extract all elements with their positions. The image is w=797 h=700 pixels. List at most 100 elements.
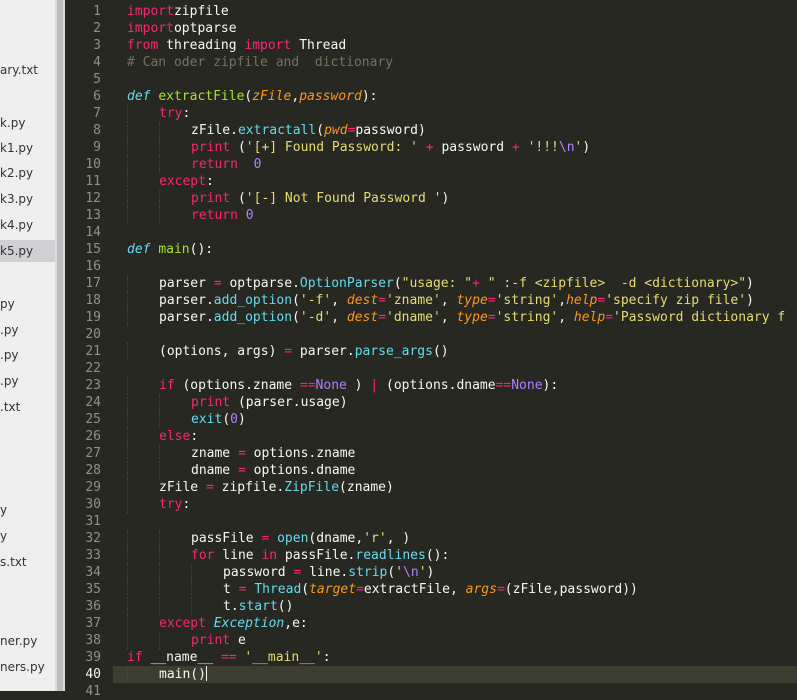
line-number: 9 — [93, 140, 101, 155]
file-sidebar: ary.txt k.py k1.py k2.py k3.py k4.py k5.py py .p… — [0, 0, 55, 691]
sidebar-file-item[interactable]: .py — [0, 344, 55, 366]
sidebar-file-item[interactable]: k.py — [0, 112, 55, 134]
indent-guide — [127, 156, 128, 173]
sidebar-file-label: y — [0, 529, 8, 543]
code-line[interactable]: if __name__ == '__main__': — [127, 649, 331, 666]
indent-guide — [127, 394, 128, 411]
sidebar-file-item[interactable]: y — [0, 499, 55, 521]
code-line[interactable]: # Can oder zipfile and dictionary — [127, 54, 393, 71]
code-token: exit — [191, 412, 223, 427]
indent-guide — [159, 632, 160, 649]
code-token: open — [277, 531, 309, 546]
sidebar-file-item[interactable]: .py — [0, 370, 55, 392]
code-line[interactable]: print ('[+] Found Password: ' + password… — [191, 139, 590, 156]
code-token: , — [440, 310, 457, 325]
code-line[interactable]: importoptparse — [127, 20, 237, 37]
indent-guide — [159, 530, 160, 547]
sidebar-file-item[interactable]: ner.py — [0, 630, 55, 652]
sidebar-file-item[interactable]: y — [0, 525, 55, 547]
indent-guide — [127, 445, 128, 462]
code-line[interactable]: print ('[-] Not Found Password ') — [191, 190, 449, 207]
code-line[interactable]: parser.add_option('-d', dest='dname', ty… — [159, 309, 785, 326]
code-line[interactable]: importzipfile — [127, 3, 229, 20]
code-line[interactable]: print e — [191, 632, 246, 649]
code-line[interactable]: def main(): — [127, 241, 213, 258]
code-token: : — [182, 497, 191, 512]
code-line[interactable]: t = Thread(target=extractFile, args=(zFi… — [223, 581, 638, 598]
code-token: == — [495, 378, 512, 393]
code-line[interactable]: from threading import Thread — [127, 37, 346, 54]
code-token: ) — [441, 191, 450, 206]
code-token: ) — [237, 412, 246, 427]
sidebar-file-item[interactable]: k1.py — [0, 137, 55, 159]
line-number: 19 — [85, 310, 101, 325]
sidebar-file-item[interactable]: .txt — [0, 396, 55, 418]
code-line[interactable]: passFile = open(dname,'r', ) — [191, 530, 410, 547]
code-token: password) — [355, 123, 426, 138]
line-number-gutter: 1 2 3 4 5 6 7 8 9 10 11 12 13 14 15 16 17 18 19 20 21 22 23 24 2… — [65, 0, 113, 699]
code-token: 0 — [237, 208, 254, 223]
code-line[interactable]: return 0 — [191, 156, 261, 173]
code-line[interactable]: zname = options.zname — [191, 445, 355, 462]
indent-guide — [159, 394, 160, 411]
code-line[interactable]: parser.add_option('-f', dest='zname', ty… — [159, 292, 754, 309]
code-token: = — [487, 310, 496, 325]
code-line[interactable]: (options, args) = parser.parse_args() — [159, 343, 449, 360]
sidebar-file-item[interactable]: k4.py — [0, 214, 55, 236]
sidebar-file-item[interactable]: k5.py — [0, 240, 55, 262]
code-token: type — [456, 293, 488, 308]
indent-guide — [127, 275, 128, 292]
code-line[interactable]: parser = optparse.OptionParser("usage: "… — [159, 275, 754, 292]
code-token: 'Password dictionary f — [613, 310, 786, 325]
code-line[interactable]: def extractFile(zFile,password): — [127, 88, 377, 105]
sidebar-file-item[interactable]: k2.py — [0, 162, 55, 184]
code-line[interactable]: main() — [159, 666, 207, 683]
code-line[interactable]: for line in passFile.readlines(): — [191, 547, 449, 564]
line-number: 4 — [93, 55, 101, 70]
code-line[interactable]: else: — [159, 428, 198, 445]
code-line[interactable]: except: — [159, 173, 214, 190]
line-number: 7 — [93, 106, 101, 121]
line-number: 24 — [85, 395, 101, 410]
code-token: ' — [418, 565, 427, 580]
code-token: '-f' — [299, 293, 332, 308]
line-number: 13 — [85, 208, 101, 223]
code-line[interactable]: try: — [159, 105, 190, 122]
sidebar-file-item[interactable]: .py — [0, 319, 55, 341]
code-token: = — [378, 293, 387, 308]
indent-guide — [159, 122, 160, 139]
code-token: 'specify zip file' — [605, 293, 747, 308]
sidebar-file-item[interactable]: s.txt — [0, 551, 55, 573]
code-line[interactable]: password = line.strip('\n') — [223, 564, 434, 581]
code-line[interactable]: if (options.zname ==None ) | (options.dn… — [159, 377, 558, 394]
code-token: \n — [558, 140, 575, 155]
code-line[interactable]: exit(0) — [191, 411, 246, 428]
code-line[interactable]: try: — [159, 496, 190, 513]
code-line[interactable]: return 0 — [191, 207, 254, 224]
sidebar-file-item[interactable]: py — [0, 293, 55, 315]
line-number: 23 — [85, 378, 101, 393]
code-line[interactable]: t.start() — [223, 598, 293, 615]
line-number: 16 — [85, 259, 101, 274]
code-token: 0 — [237, 157, 262, 172]
indent-guide — [127, 207, 128, 224]
code-token: 'string' — [495, 310, 559, 325]
code-token: | — [370, 378, 379, 393]
code-token: : — [322, 650, 331, 665]
code-line[interactable]: print (parser.usage) — [191, 394, 348, 411]
code-token: ) — [746, 276, 754, 291]
sidebar-file-item[interactable]: ary.txt — [0, 59, 55, 81]
code-line[interactable]: zFile.extractall(pwd=password) — [191, 122, 426, 139]
code-token: options.zname — [245, 446, 356, 461]
sidebar-file-item[interactable]: k3.py — [0, 188, 55, 210]
code-token: '__main__' — [244, 650, 323, 665]
code-editor[interactable]: importzipfile importoptparse from threadin… — [113, 0, 797, 691]
code-token: '-d' — [299, 310, 332, 325]
code-line[interactable]: dname = options.dname — [191, 462, 355, 479]
code-line[interactable]: except Exception,e: — [159, 615, 308, 632]
code-token: for — [191, 548, 215, 563]
indent-guide — [159, 411, 160, 428]
sidebar-file-item[interactable]: ners.py — [0, 656, 55, 678]
code-line[interactable]: zFile = zipfile.ZipFile(zname) — [159, 479, 394, 496]
indent-guide — [127, 547, 128, 564]
